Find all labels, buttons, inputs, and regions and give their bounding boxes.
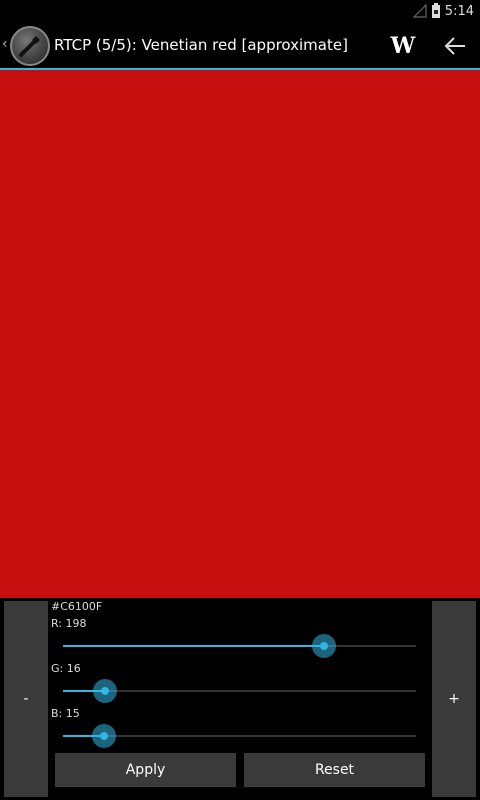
red-slider[interactable]	[63, 634, 416, 658]
blue-label: B: 15	[51, 707, 80, 720]
back-arrow-icon	[444, 37, 465, 55]
wikipedia-button[interactable]: W	[386, 30, 420, 62]
red-label: R: 198	[51, 617, 87, 630]
back-button[interactable]	[438, 30, 472, 62]
status-bar: 5:14	[0, 0, 480, 24]
apply-button[interactable]: Apply	[55, 753, 236, 787]
green-slider[interactable]	[63, 679, 416, 703]
status-icons: 5:14	[412, 3, 474, 19]
blue-slider[interactable]	[63, 724, 416, 748]
signal-icon	[412, 4, 427, 18]
reset-button[interactable]: Reset	[244, 753, 425, 787]
color-controls: - #C6100F R: 198 G: 16 B: 15 Apply Reset…	[0, 598, 480, 800]
page-title: RTCP (5/5): Venetian red [approximate]	[54, 36, 348, 54]
plus-button[interactable]: +	[432, 601, 476, 797]
eyedropper-app-icon[interactable]	[10, 26, 50, 66]
battery-lock-icon	[431, 3, 440, 18]
action-bar: ‹ RTCP (5/5): Venetian red [approximate]…	[0, 24, 480, 68]
up-caret-icon[interactable]: ‹	[2, 36, 8, 52]
eyedropper-icon	[19, 36, 40, 57]
status-time: 5:14	[444, 3, 474, 19]
slider-fill	[63, 645, 325, 647]
slider-thumb-center	[100, 732, 109, 740]
minus-button[interactable]: -	[4, 601, 48, 797]
color-preview	[0, 70, 480, 598]
hex-value-label: #C6100F	[51, 600, 103, 613]
green-label: G: 16	[51, 662, 81, 675]
